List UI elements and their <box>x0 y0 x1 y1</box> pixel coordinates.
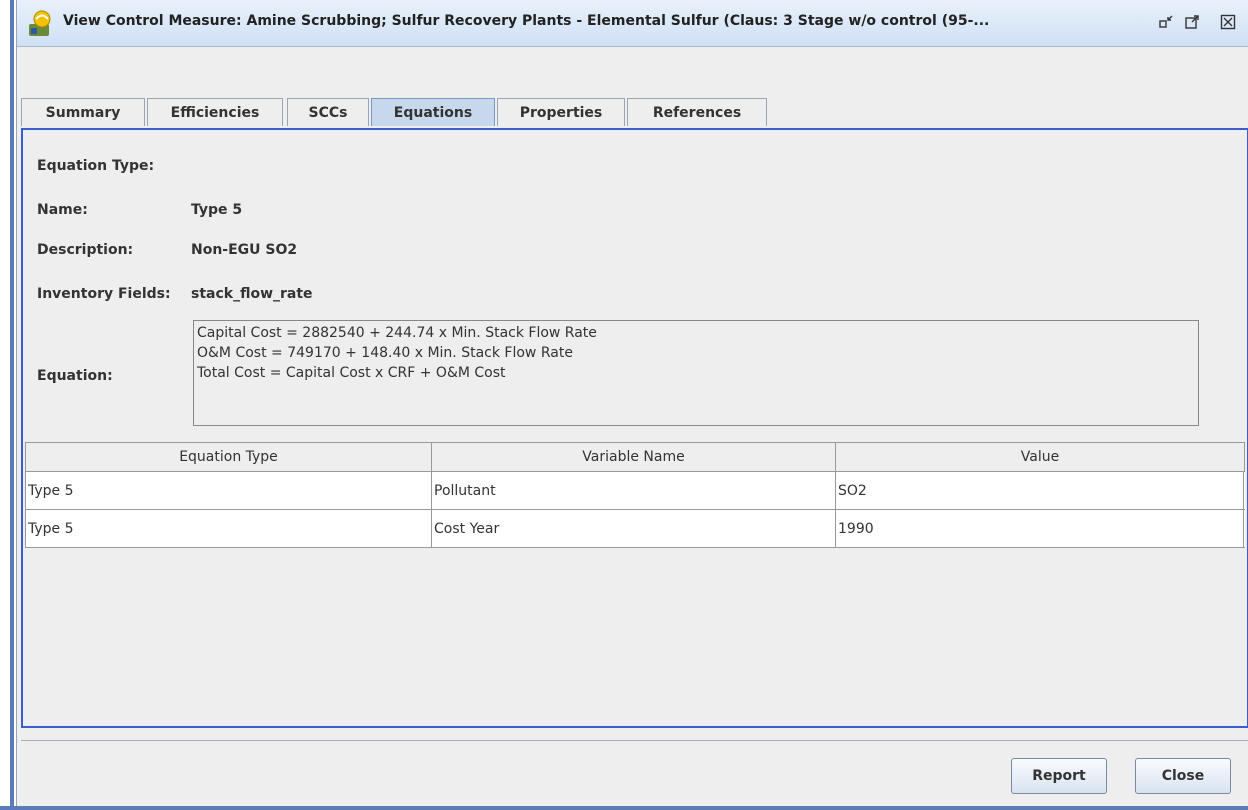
table-cell: Cost Year <box>432 510 836 548</box>
title-bar[interactable]: View Control Measure: Amine Scrubbing; S… <box>17 0 1248 47</box>
control-measure-window: View Control Measure: Amine Scrubbing; S… <box>16 0 1248 806</box>
table-cell: Pollutant <box>432 472 836 510</box>
inventory-fields-label: Inventory Fields: <box>37 286 171 302</box>
tab-equations[interactable]: Equations <box>371 98 495 126</box>
table-cell: SO2 <box>836 472 1244 510</box>
inventory-fields-value: stack_flow_rate <box>191 286 313 302</box>
table-header: Equation Type Variable Name Value <box>25 442 1245 472</box>
description-label: Description: <box>37 242 134 258</box>
name-label: Name: <box>37 202 88 218</box>
tab-properties[interactable]: Properties <box>497 98 625 126</box>
table-row[interactable]: Type 5 Pollutant SO2 <box>25 472 1245 510</box>
equation-line-om: O&M Cost = 749170 + 148.40 x Min. Stack … <box>197 345 573 361</box>
name-value: Type 5 <box>191 202 243 218</box>
divider <box>21 740 1248 741</box>
equation-label: Equation: <box>37 368 113 384</box>
column-header-value[interactable]: Value <box>836 443 1244 471</box>
maximize-icon[interactable] <box>1183 13 1201 31</box>
close-button[interactable]: Close <box>1135 758 1231 794</box>
equation-line-capital: Capital Cost = 2882540 + 244.74 x Min. S… <box>197 325 597 341</box>
table-cell: Type 5 <box>26 472 432 510</box>
minimize-icon[interactable] <box>1157 13 1175 31</box>
tab-efficiencies[interactable]: Efficiencies <box>147 98 283 126</box>
tab-sccs[interactable]: SCCs <box>287 98 369 126</box>
description-value: Non-EGU SO2 <box>191 242 298 258</box>
window-left-border <box>0 0 16 810</box>
tab-references[interactable]: References <box>627 98 767 126</box>
close-icon[interactable] <box>1219 13 1237 31</box>
table-row[interactable]: Type 5 Cost Year 1990 <box>25 510 1245 548</box>
table-cell: Type 5 <box>26 510 432 548</box>
report-button[interactable]: Report <box>1011 758 1107 794</box>
app-icon <box>29 10 51 36</box>
equations-panel: Equation Type: Name: Type 5 Description:… <box>21 128 1248 728</box>
table-cell: 1990 <box>836 510 1244 548</box>
equation-textarea[interactable]: Capital Cost = 2882540 + 244.74 x Min. S… <box>193 320 1199 426</box>
equation-line-total: Total Cost = Capital Cost x CRF + O&M Co… <box>197 365 506 381</box>
window-title: View Control Measure: Amine Scrubbing; S… <box>63 13 990 29</box>
column-header-equation-type[interactable]: Equation Type <box>26 443 432 471</box>
equation-type-label: Equation Type: <box>37 158 155 174</box>
column-header-variable-name[interactable]: Variable Name <box>432 443 836 471</box>
tab-summary[interactable]: Summary <box>21 98 145 126</box>
window-bottom-border <box>0 806 1248 810</box>
